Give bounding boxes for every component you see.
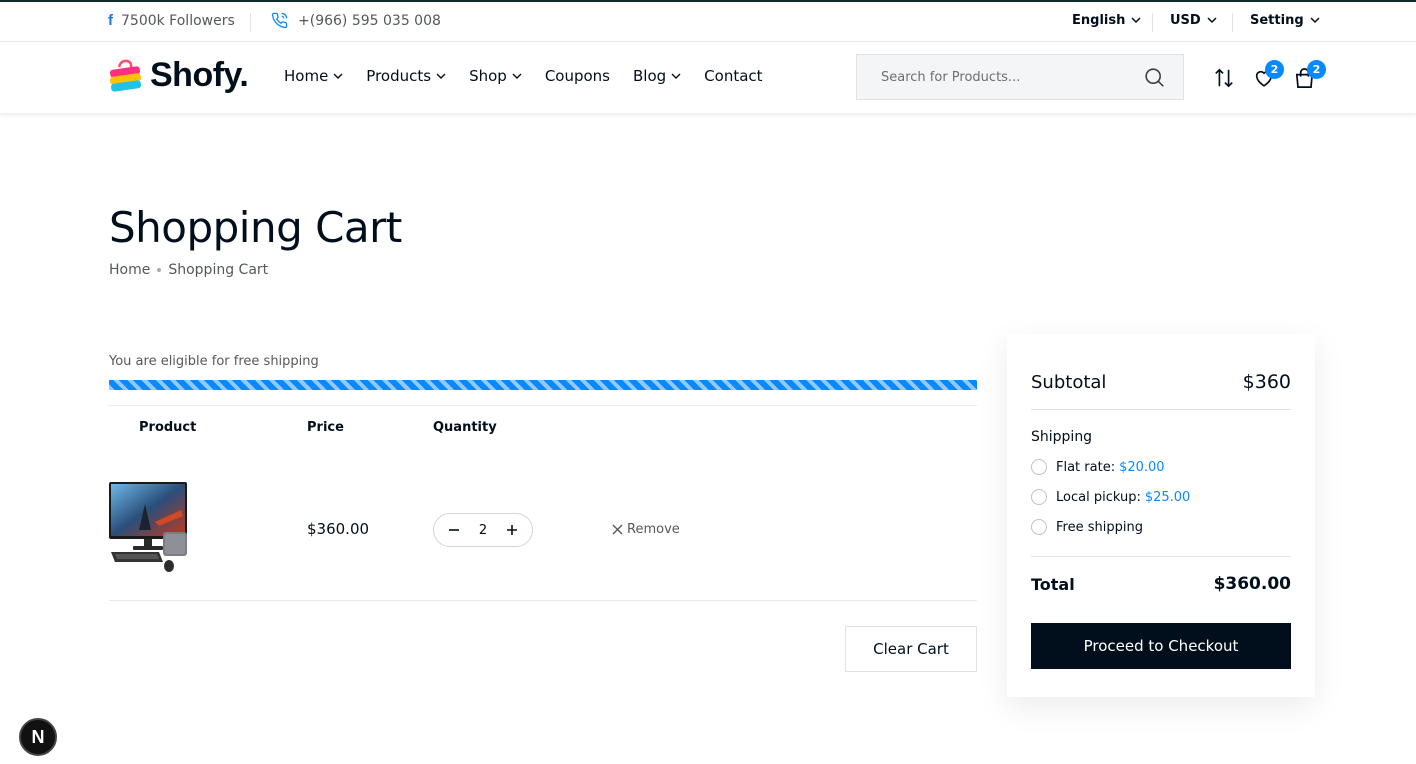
subtotal-label: Subtotal: [1031, 371, 1107, 393]
breadcrumb-separator: [157, 268, 162, 272]
column-header-price: Price: [307, 420, 344, 435]
radio-button[interactable]: [1031, 489, 1047, 505]
nav-products[interactable]: Products: [366, 67, 446, 85]
quantity-value[interactable]: 2: [468, 523, 498, 538]
chevron-down-icon: [512, 73, 522, 79]
column-header-product: Product: [139, 420, 197, 435]
chevron-down-icon: [1207, 17, 1217, 24]
quantity-stepper: 2: [433, 513, 533, 547]
search-button[interactable]: [1144, 67, 1165, 92]
chevron-down-icon: [1131, 17, 1141, 24]
nav-label: Home: [284, 67, 329, 85]
proceed-to-checkout-button[interactable]: Proceed to Checkout: [1031, 623, 1291, 669]
close-icon: [612, 524, 623, 535]
nav-coupons[interactable]: Coupons: [545, 67, 610, 85]
compare-arrows-icon: [1215, 68, 1233, 88]
nextjs-dev-indicator[interactable]: N: [19, 718, 57, 756]
main-header: Shofy. Home Products Shop Coupons Blog C…: [0, 42, 1416, 113]
shipping-option-local-pickup[interactable]: Local pickup: $25.00: [1031, 489, 1190, 505]
computer-product-photo: [109, 482, 187, 572]
currency-label: USD: [1170, 13, 1201, 28]
total-row: Total $360.00: [1031, 574, 1291, 594]
minus-icon: [449, 529, 459, 531]
divider: [250, 13, 251, 32]
radio-button[interactable]: [1031, 519, 1047, 535]
setting-dropdown[interactable]: Setting: [1250, 13, 1320, 28]
chevron-down-icon: [671, 73, 681, 79]
chevron-down-icon: [436, 73, 446, 79]
compare-button[interactable]: [1213, 67, 1235, 93]
shipping-option-amount: $25.00: [1144, 489, 1191, 505]
facebook-icon: f: [108, 12, 113, 29]
top-bar: f 7500k Followers +(966) 595 035 008 Eng…: [0, 0, 1416, 42]
language-dropdown[interactable]: English: [1072, 13, 1141, 28]
chevron-down-icon: [333, 73, 343, 79]
divider: [1232, 13, 1233, 32]
main-nav: Home Products Shop Coupons Blog Contact: [284, 67, 786, 85]
total-value: $360.00: [1213, 574, 1291, 594]
wishlist-count-badge: 2: [1265, 60, 1284, 79]
nav-home[interactable]: Home: [284, 67, 343, 85]
subtotal-value: $360: [1242, 371, 1291, 393]
page-title: Shopping Cart: [109, 203, 402, 252]
product-image[interactable]: [109, 482, 189, 578]
divider: [1031, 409, 1291, 410]
phone-icon: [271, 12, 288, 29]
increase-quantity-button[interactable]: [506, 524, 518, 536]
plus-icon: [507, 525, 517, 535]
nav-shop[interactable]: Shop: [469, 67, 522, 85]
shipping-option-flat-rate[interactable]: Flat rate: $20.00: [1031, 459, 1165, 475]
divider: [109, 600, 977, 601]
shipping-option-amount: $20.00: [1119, 459, 1165, 475]
breadcrumb: Home Shopping Cart: [109, 262, 268, 278]
shipping-label: Shipping: [1031, 429, 1093, 445]
setting-label: Setting: [1250, 13, 1304, 28]
facebook-followers-link[interactable]: f 7500k Followers: [108, 12, 235, 29]
nav-label: Contact: [704, 67, 763, 85]
search-input[interactable]: [881, 69, 1141, 85]
divider: [109, 405, 977, 406]
nav-blog[interactable]: Blog: [633, 67, 681, 85]
search-bar: [856, 54, 1184, 100]
breadcrumb-home[interactable]: Home: [109, 262, 150, 278]
nav-contact[interactable]: Contact: [704, 67, 762, 85]
nav-label: Products: [366, 67, 432, 85]
search-icon: [1145, 68, 1164, 87]
chevron-down-icon: [1310, 17, 1320, 24]
shipping-option-label: Free shipping: [1056, 519, 1143, 535]
language-label: English: [1072, 13, 1126, 28]
shipping-option-label: Flat rate:: [1056, 459, 1116, 475]
shopping-bag-logo-icon: [109, 59, 142, 92]
radio-button[interactable]: [1031, 459, 1047, 475]
phone-text: +(966) 595 035 008: [298, 12, 441, 29]
free-shipping-progress-bar: [109, 380, 977, 390]
cart-count-badge: 2: [1307, 60, 1326, 79]
decrease-quantity-button[interactable]: [448, 524, 460, 536]
remove-label: Remove: [627, 522, 680, 537]
followers-text: 7500k Followers: [121, 12, 235, 29]
column-header-quantity: Quantity: [433, 420, 497, 435]
nav-label: Blog: [633, 67, 667, 85]
remove-item-button[interactable]: Remove: [612, 522, 680, 537]
currency-dropdown[interactable]: USD: [1170, 13, 1217, 28]
subtotal-row: Subtotal $360: [1031, 371, 1291, 393]
shipping-option-label: Local pickup:: [1056, 489, 1141, 505]
free-shipping-message: You are eligible for free shipping: [109, 354, 319, 369]
nav-label: Shop: [469, 67, 507, 85]
cart-summary: Subtotal $360 Shipping Flat rate: $20.00…: [1007, 334, 1315, 697]
logo[interactable]: Shofy.: [108, 56, 249, 95]
breadcrumb-current: Shopping Cart: [168, 262, 269, 278]
total-label: Total: [1031, 574, 1075, 594]
clear-cart-button[interactable]: Clear Cart: [845, 626, 977, 672]
shipping-option-free[interactable]: Free shipping: [1031, 519, 1143, 535]
divider: [1152, 13, 1153, 32]
item-price: $360.00: [307, 520, 370, 538]
phone-link[interactable]: +(966) 595 035 008: [271, 12, 441, 29]
divider: [1031, 556, 1291, 557]
nav-label: Coupons: [544, 67, 610, 85]
logo-text: Shofy.: [150, 56, 249, 94]
